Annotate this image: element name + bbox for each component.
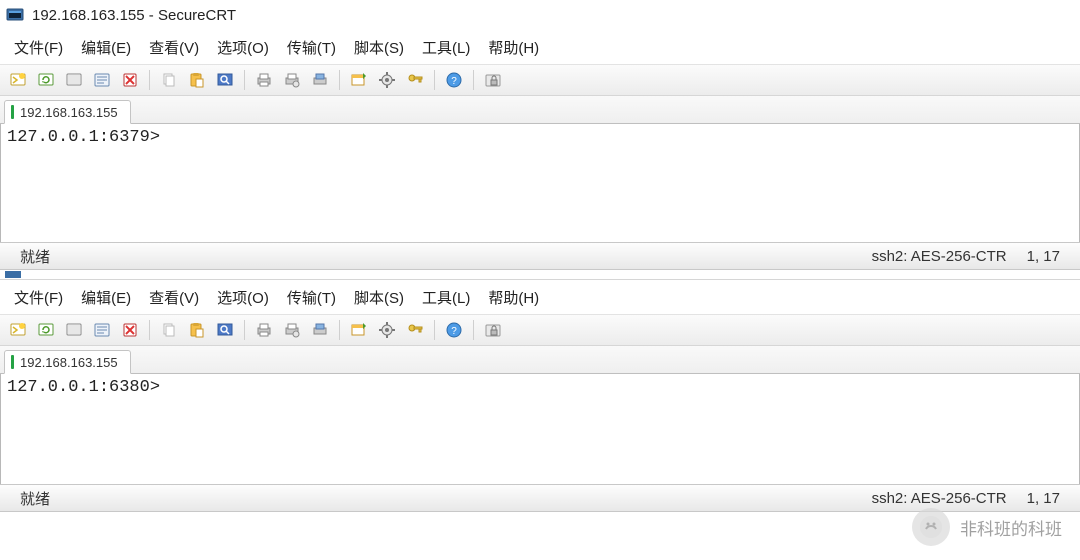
terminal-output[interactable]: 127.0.0.1:6379> [0,124,1080,242]
menu-script[interactable]: 脚本(S) [354,37,404,58]
toolbar: ? [0,314,1080,346]
delete-icon[interactable] [118,68,142,92]
toolbar-separator [149,320,150,340]
menu-view[interactable]: 查看(V) [149,37,199,58]
help-icon[interactable]: ? [442,68,466,92]
menu-file[interactable]: 文件(F) [14,37,63,58]
print-icon[interactable] [252,318,276,342]
status-ready: 就绪 [10,488,60,509]
window-2: 文件(F) 编辑(E) 查看(V) 选项(O) 传输(T) 脚本(S) 工具(L… [0,270,1080,512]
window-1: 192.168.163.155 - SecureCRT 文件(F) 编辑(E) … [0,0,1080,270]
quick-connect-icon[interactable] [6,318,30,342]
status-bar: 就绪 ssh2: AES-256-CTR 1, 17 [0,484,1080,512]
status-protocol: ssh2: AES-256-CTR [862,248,1017,265]
lock-session-icon[interactable] [481,68,505,92]
toolbar-separator [339,320,340,340]
menu-edit[interactable]: 编辑(E) [81,37,131,58]
key-icon[interactable] [403,68,427,92]
delete-icon[interactable] [118,318,142,342]
menu-bar: 文件(F) 编辑(E) 查看(V) 选项(O) 传输(T) 脚本(S) 工具(L… [0,30,1080,64]
menu-script[interactable]: 脚本(S) [354,287,404,308]
toolbar-separator [434,320,435,340]
terminal-prompt: 127.0.0.1:6380> [7,378,160,397]
menu-transfer[interactable]: 传输(T) [287,287,336,308]
toolbar-separator [339,70,340,90]
window-title: 192.168.163.155 - SecureCRT [32,7,236,24]
terminal-prompt: 127.0.0.1:6379> [7,128,160,147]
options-icon[interactable] [375,68,399,92]
paste-icon[interactable] [185,318,209,342]
toolbar-separator [244,70,245,90]
status-ready: 就绪 [10,246,60,267]
tab-strip: 192.168.163.155 [0,96,1080,124]
toolbar-separator [473,70,474,90]
menu-transfer[interactable]: 传输(T) [287,37,336,58]
status-cursor-pos: 1, 17 [1017,490,1070,507]
session-manager-icon[interactable] [90,318,114,342]
toolbar-separator [244,320,245,340]
menu-options[interactable]: 选项(O) [217,287,269,308]
print-setup-icon[interactable] [280,318,304,342]
menu-edit[interactable]: 编辑(E) [81,287,131,308]
print-icon[interactable] [252,68,276,92]
lock-session-icon[interactable] [481,318,505,342]
app-icon [6,6,24,24]
reconnect-icon[interactable] [34,318,58,342]
menu-tools[interactable]: 工具(L) [422,287,470,308]
paste-icon[interactable] [185,68,209,92]
key-icon[interactable] [403,318,427,342]
svg-text:?: ? [451,326,457,337]
quick-connect-icon[interactable] [6,68,30,92]
status-protocol: ssh2: AES-256-CTR [862,490,1017,507]
svg-text:?: ? [451,76,457,87]
session-tab-label: 192.168.163.155 [20,355,118,370]
session-tab[interactable]: 192.168.163.155 [4,350,131,374]
copy-icon[interactable] [157,68,181,92]
disconnect-icon[interactable] [62,318,86,342]
disconnect-icon[interactable] [62,68,86,92]
terminal-output[interactable]: 127.0.0.1:6380> [0,374,1080,484]
find-icon[interactable] [213,68,237,92]
session-tab[interactable]: 192.168.163.155 [4,100,131,124]
menu-help[interactable]: 帮助(H) [488,287,539,308]
session-manager-icon[interactable] [90,68,114,92]
menu-file[interactable]: 文件(F) [14,287,63,308]
menu-bar: 文件(F) 编辑(E) 查看(V) 选项(O) 传输(T) 脚本(S) 工具(L… [0,280,1080,314]
menu-tools[interactable]: 工具(L) [422,37,470,58]
new-tab-icon[interactable] [347,68,371,92]
title-bar: 192.168.163.155 - SecureCRT [0,0,1080,30]
print-screen-icon[interactable] [308,68,332,92]
watermark-text: 非科班的科班 [960,515,1062,540]
tab-active-indicator [11,355,14,369]
menu-view[interactable]: 查看(V) [149,287,199,308]
print-setup-icon[interactable] [280,68,304,92]
session-tab-label: 192.168.163.155 [20,105,118,120]
copy-icon[interactable] [157,318,181,342]
toolbar-separator [434,70,435,90]
tab-active-indicator [11,105,14,119]
new-tab-icon[interactable] [347,318,371,342]
toolbar-separator [149,70,150,90]
watermark-logo-icon [912,508,950,546]
reconnect-icon[interactable] [34,68,58,92]
print-screen-icon[interactable] [308,318,332,342]
status-bar: 就绪 ssh2: AES-256-CTR 1, 17 [0,242,1080,270]
toolbar: ? [0,64,1080,96]
help-icon[interactable]: ? [442,318,466,342]
menu-help[interactable]: 帮助(H) [488,37,539,58]
status-cursor-pos: 1, 17 [1017,248,1070,265]
find-icon[interactable] [213,318,237,342]
title-bar-fragment [0,270,1080,280]
tab-strip: 192.168.163.155 [0,346,1080,374]
menu-options[interactable]: 选项(O) [217,37,269,58]
toolbar-separator [473,320,474,340]
options-icon[interactable] [375,318,399,342]
watermark: 非科班的科班 [912,508,1062,546]
